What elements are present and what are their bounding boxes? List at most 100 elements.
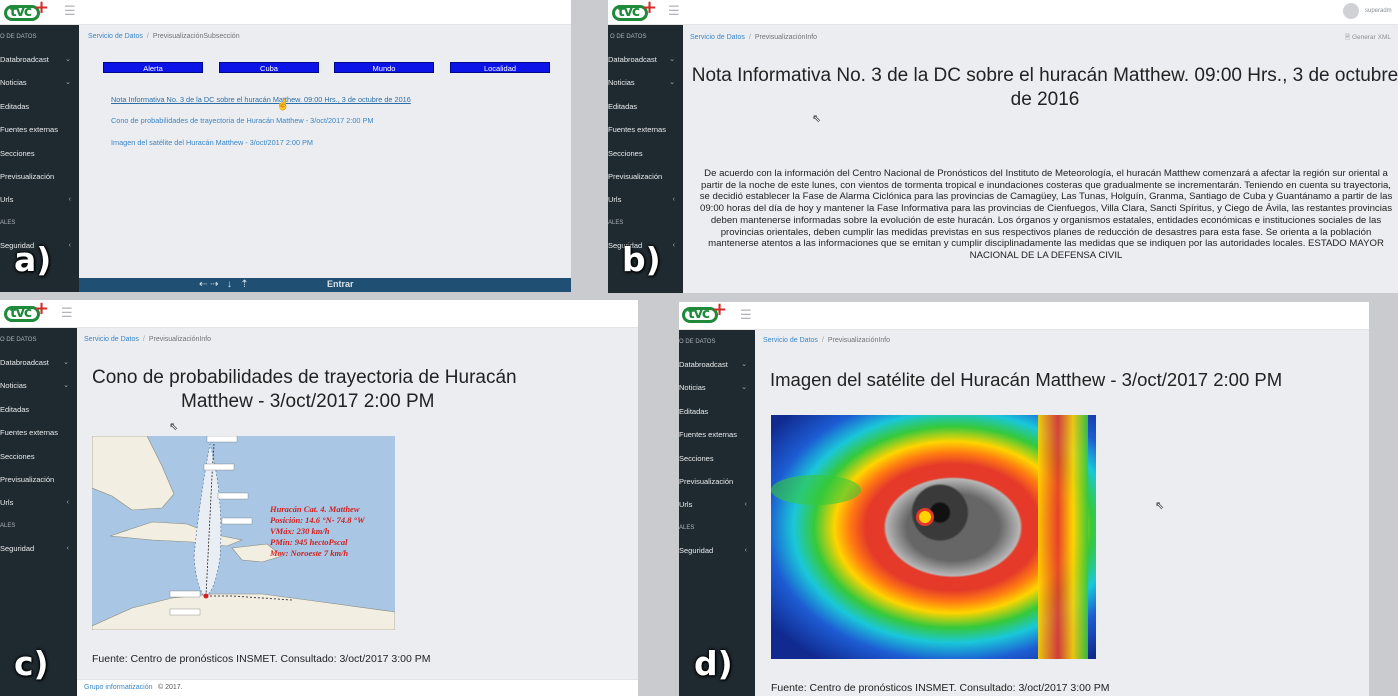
map-hurricane-info: Huracán Cat. 4. Matthew Posición: 14.6 °…	[270, 504, 365, 558]
panel-label-a: a)	[14, 240, 52, 279]
avatar[interactable]	[1343, 3, 1359, 19]
generar-xml-button[interactable]: 🗎 Generar XML	[1345, 33, 1391, 44]
breadcrumb-current: PrevisualizaciónInfo	[754, 34, 818, 41]
cono-title: Cono de probabilidades de trayectoria de…	[92, 367, 517, 412]
breadcrumb-home[interactable]: Servicio de Datos	[84, 336, 139, 343]
alerta-button[interactable]: Alerta	[103, 62, 203, 73]
sidebar-item-databroadcast[interactable]: Databroadcast ⌄	[0, 351, 77, 374]
breadcrumb-current: PrevisualizaciónInfo	[148, 336, 212, 343]
sidebar-item-secciones[interactable]: Secciones	[0, 445, 77, 468]
sidebar-header: O DE DATOS	[679, 339, 716, 345]
breadcrumb-current: PrevisualizaciónSubsección	[152, 33, 240, 40]
sidebar-item-databroadcast[interactable]: Databroadcast ⌄	[608, 48, 683, 71]
source-text: Fuente: Centro de pronósticos INSMET. Co…	[92, 653, 431, 665]
sidebar-item-editadas[interactable]: Editadas	[608, 95, 683, 118]
info-body: De acuerdo con la información del Centro…	[699, 168, 1393, 261]
sidebar-section-label: ALES	[679, 524, 695, 531]
top-bar: tvc + ☰	[0, 0, 571, 25]
sidebar-item-seguridad[interactable]: Seguridad ‹	[0, 537, 77, 560]
sidebar-item-urls[interactable]: Urls ‹	[679, 493, 755, 516]
menu-toggle-icon[interactable]: ☰	[740, 308, 752, 323]
sidebar-item-secciones[interactable]: Secciones	[0, 142, 79, 165]
sidebar-item-databroadcast[interactable]: Databroadcast ⌄	[0, 48, 79, 71]
hurricane-eye	[919, 511, 931, 523]
panel-a: tvc + ☰ O DE DATOS Databroadcast ⌄ Noticia…	[0, 0, 571, 292]
sidebar-item-noticias[interactable]: Noticias ⌄	[0, 374, 77, 397]
sidebar-item-noticias[interactable]: Noticias ⌄	[608, 71, 683, 94]
pointer-cursor-icon: ⇖	[812, 113, 822, 125]
breadcrumb: Servicio de Datos / PrevisualizaciónInfo	[690, 34, 818, 41]
tvc-logo[interactable]: tvc +	[612, 0, 657, 23]
sidebar: O DE DATOS Databroadcast ⌄ Noticias ⌄ Edit…	[679, 330, 755, 696]
sidebar-header: O DE DATOS	[0, 337, 37, 343]
info-title: Nota Informativa No. 3 de la DC sobre el…	[691, 65, 1398, 110]
user-name[interactable]: superadm	[1365, 8, 1392, 14]
breadcrumb: Servicio de Datos / PrevisualizaciónInfo	[84, 336, 212, 343]
sidebar-item-editadas[interactable]: Editadas	[0, 398, 77, 421]
top-bar: tvc + ☰ superadm	[608, 0, 1398, 25]
sidebar-item-urls[interactable]: Urls ‹	[608, 188, 683, 211]
mundo-button[interactable]: Mundo	[334, 62, 434, 73]
tvc-logo[interactable]: tvc +	[4, 0, 49, 23]
sidebar-item-previsualizacion[interactable]: Previsualización	[608, 165, 683, 188]
top-bar: tvc + ☰	[679, 302, 1369, 330]
sidebar-item-editadas[interactable]: Editadas	[679, 400, 755, 423]
satellite-image	[771, 415, 1096, 659]
trajectory-map: Huracán Cat. 4. Matthew Posición: 14.6 °…	[92, 436, 395, 630]
sidebar-section-label: ALES	[608, 219, 624, 226]
menu-toggle-icon[interactable]: ☰	[668, 4, 680, 19]
bottom-bar: ⇠ ⇢ ↓ ⇡ Entrar	[79, 278, 571, 292]
panel-label-d: d)	[694, 644, 733, 683]
sidebar-item-fuentes-externas[interactable]: Fuentes externas	[0, 421, 77, 444]
nav-arrows-icon[interactable]: ⇠ ⇢ ↓ ⇡	[199, 279, 249, 290]
news-link[interactable]: Imagen del satélite del Huracán Matthew …	[111, 138, 313, 147]
sidebar-item-seguridad[interactable]: Seguridad ‹	[679, 539, 755, 562]
sidebar-item-secciones[interactable]: Secciones	[679, 447, 755, 470]
breadcrumb-home[interactable]: Servicio de Datos	[763, 337, 818, 344]
breadcrumb: Servicio de Datos / PrevisualizaciónSubsec…	[88, 33, 240, 40]
sidebar-item-fuentes-externas[interactable]: Fuentes externas	[0, 118, 79, 141]
news-link[interactable]: Cono de probabilidades de trayectoria de…	[111, 116, 373, 125]
sidebar-item-editadas[interactable]: Editadas	[0, 95, 79, 118]
panel-label-b: b)	[622, 240, 661, 279]
panel-label-c: c)	[14, 644, 49, 683]
cuba-button[interactable]: Cuba	[219, 62, 319, 73]
footer: Grupo informatización © 2017.	[77, 679, 638, 696]
sidebar-item-previsualizacion[interactable]: Previsualización	[0, 165, 79, 188]
footer-copyright: © 2017.	[158, 684, 183, 691]
menu-toggle-icon[interactable]: ☰	[61, 306, 73, 321]
sidebar-item-noticias[interactable]: Noticias ⌄	[0, 71, 79, 94]
hand-cursor-icon: ☝	[276, 99, 290, 111]
sidebar-item-databroadcast[interactable]: Databroadcast ⌄	[679, 353, 755, 376]
sidebar-item-previsualizacion[interactable]: Previsualización	[0, 468, 77, 491]
sidebar-header: O DE DATOS	[0, 34, 37, 40]
breadcrumb-home[interactable]: Servicio de Datos	[690, 34, 745, 41]
tvc-logo[interactable]: tvc +	[4, 300, 49, 324]
breadcrumb-home[interactable]: Servicio de Datos	[88, 33, 143, 40]
entrar-button[interactable]: Entrar	[327, 279, 354, 289]
sidebar-item-previsualizacion[interactable]: Previsualización	[679, 470, 755, 493]
news-link[interactable]: Nota Informativa No. 3 de la DC sobre el…	[111, 95, 411, 104]
tvc-logo[interactable]: tvc +	[682, 302, 727, 325]
footer-link[interactable]: Grupo informatización	[84, 684, 152, 691]
top-bar: tvc + ☰	[0, 300, 638, 328]
pointer-cursor-icon: ⇖	[1155, 500, 1165, 512]
document-icon: 🗎	[1344, 34, 1352, 41]
sidebar-item-urls[interactable]: Urls ‹	[0, 188, 79, 211]
breadcrumb: Servicio de Datos / PrevisualizaciónInfo	[763, 337, 891, 344]
sidebar-item-fuentes-externas[interactable]: Fuentes externas	[679, 423, 755, 446]
sidebar-item-urls[interactable]: Urls ‹	[0, 491, 77, 514]
sidebar-item-noticias[interactable]: Noticias ⌄	[679, 376, 755, 399]
sidebar-header: O DE DATOS	[610, 34, 647, 40]
satellite-title: Imagen del satélite del Huracán Matthew …	[770, 369, 1283, 390]
sidebar-item-secciones[interactable]: Secciones	[608, 142, 683, 165]
breadcrumb-current: PrevisualizaciónInfo	[827, 337, 891, 344]
menu-toggle-icon[interactable]: ☰	[64, 4, 76, 19]
sidebar-section-label: ALES	[0, 219, 16, 226]
pointer-cursor-icon: ⇖	[169, 421, 179, 433]
sidebar-section-label: ALES	[0, 522, 16, 529]
sidebar: O DE DATOS Databroadcast ⌄ Noticias ⌄ Edit…	[0, 328, 77, 696]
sidebar-item-fuentes-externas[interactable]: Fuentes externas	[608, 118, 683, 141]
localidad-button[interactable]: Localidad	[450, 62, 550, 73]
source-text: Fuente: Centro de pronósticos INSMET. Co…	[771, 682, 1110, 694]
